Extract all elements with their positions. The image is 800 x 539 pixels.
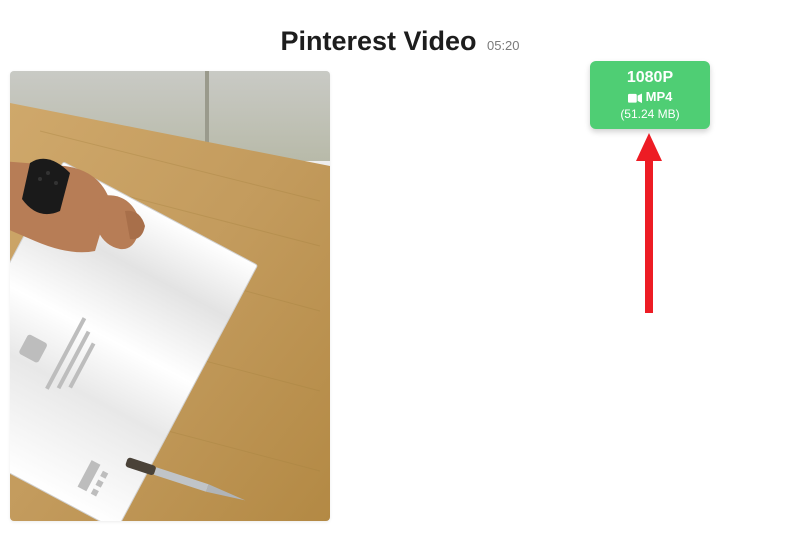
format-label: MP4 [646,89,673,105]
page-title: Pinterest Video [280,26,476,57]
video-camera-icon [628,93,642,103]
download-button[interactable]: 1080P MP4 (51.24 MB) [590,61,710,129]
page-header: Pinterest Video 05:20 [0,0,800,65]
size-label: (51.24 MB) [620,107,679,122]
annotation-arrow [636,133,662,313]
resolution-label: 1080P [627,68,673,88]
video-duration: 05:20 [487,38,520,53]
content-area: iPad Pro [0,65,800,536]
video-thumbnail[interactable]: iPad Pro [10,71,330,521]
format-row: MP4 [628,89,673,105]
